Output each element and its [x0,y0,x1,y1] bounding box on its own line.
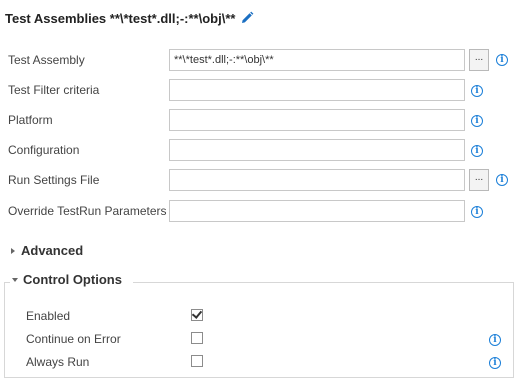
browse-button-test-assembly[interactable]: ... [469,49,489,71]
field-label-configuration: Configuration [8,143,80,157]
field-row-platform: Platform i [0,109,518,131]
field-label-test-assembly: Test Assembly [8,53,85,67]
field-label-test-filter: Test Filter criteria [8,83,100,97]
task-title: Test Assemblies **\*test*.dll;-:**\obj\*… [5,10,236,26]
field-row-override-params: Override TestRun Parameters i [0,200,518,222]
override-params-input[interactable] [169,200,465,222]
field-label-run-settings: Run Settings File [8,173,100,187]
task-title-row: Test Assemblies **\*test*.dll;-:**\obj\*… [5,9,254,27]
continue-on-error-checkbox[interactable] [191,332,203,344]
info-icon[interactable]: i [496,54,508,66]
always-run-checkbox[interactable] [191,355,203,367]
field-label-platform: Platform [8,113,53,127]
advanced-section-title: Advanced [21,243,84,258]
option-label-enabled: Enabled [26,309,71,323]
enabled-checkbox[interactable] [191,308,203,321]
field-row-run-settings: Run Settings File ... i [0,169,518,191]
chevron-right-icon [11,247,15,254]
option-label-continue-on-error: Continue on Error [26,332,121,346]
field-row-test-assembly: Test Assembly ... i [0,49,518,71]
run-settings-input[interactable] [169,169,465,191]
field-row-configuration: Configuration i [0,139,518,161]
chevron-down-icon [12,277,18,282]
browse-button-run-settings[interactable]: ... [469,169,489,191]
control-options-title: Control Options [23,272,122,287]
info-icon[interactable]: i [471,145,483,157]
pencil-icon[interactable] [240,11,254,25]
control-option-enabled: Enabled [0,308,518,324]
configuration-input[interactable] [169,139,465,161]
control-option-always-run: Always Run i [0,354,518,370]
info-icon[interactable]: i [496,174,508,186]
platform-input[interactable] [169,109,465,131]
checkmark-icon [191,308,203,319]
test-assembly-input[interactable] [169,49,465,71]
field-row-test-filter: Test Filter criteria i [0,79,518,101]
info-icon[interactable]: i [471,206,483,218]
info-icon[interactable]: i [489,334,501,346]
info-icon[interactable]: i [471,85,483,97]
control-option-continue-on-error: Continue on Error i [0,331,518,347]
info-icon[interactable]: i [489,357,501,369]
advanced-section-toggle[interactable]: Advanced [11,243,83,258]
info-icon[interactable]: i [471,115,483,127]
option-label-always-run: Always Run [26,355,90,369]
test-filter-input[interactable] [169,79,465,101]
field-label-override-params: Override TestRun Parameters [8,204,167,218]
control-options-toggle[interactable]: Control Options [12,272,126,287]
